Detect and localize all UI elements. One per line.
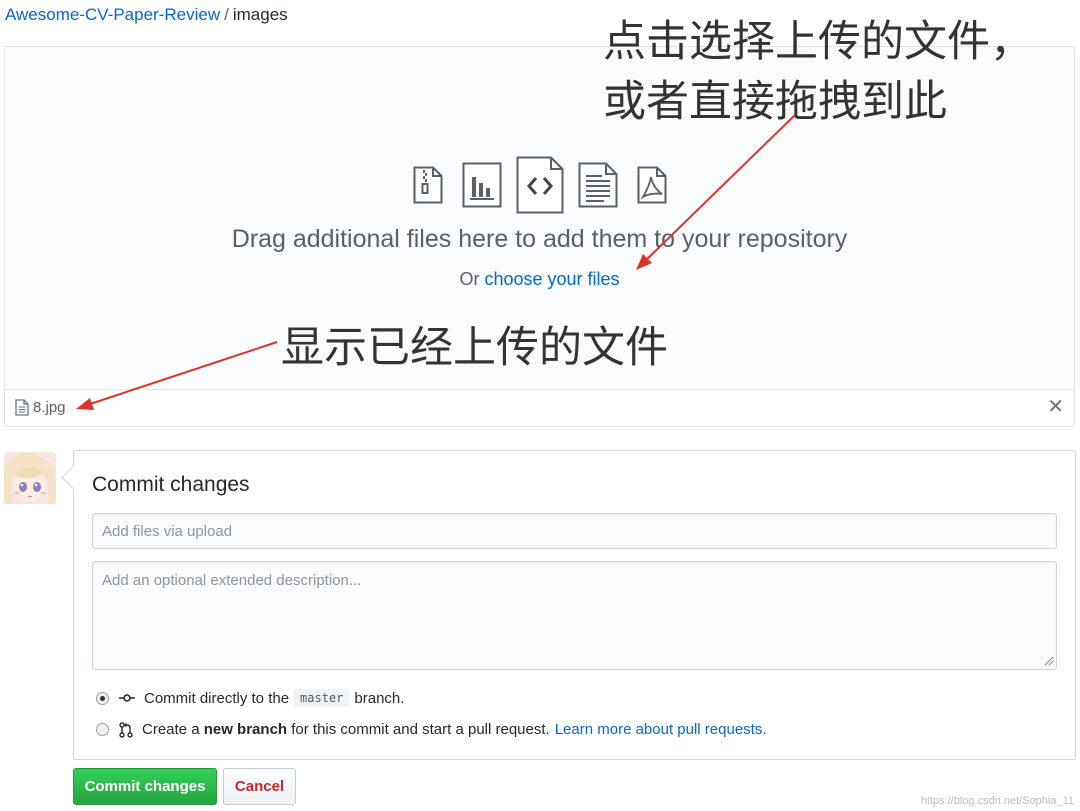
uploaded-files-list: 8.jpg ✕ — [5, 389, 1074, 426]
choose-files-line: Or choose your files — [5, 269, 1074, 290]
annotation-uploaded: 显示已经上传的文件 — [281, 323, 668, 373]
breadcrumb-separator: / — [224, 5, 229, 24]
learn-more-pull-requests-link[interactable]: Learn more about pull requests. — [555, 721, 767, 738]
pdf-file-icon — [630, 160, 674, 210]
avatar — [4, 452, 56, 504]
commit-title: Commit changes — [92, 473, 250, 496]
drag-instructions: Drag additional files here to add them t… — [231, 225, 848, 253]
branch-name-tag: master — [294, 689, 350, 707]
breadcrumb: Awesome-CV-Paper-Review / images — [5, 4, 288, 26]
create-branch-prefix: Create a — [142, 721, 200, 738]
choose-files-link[interactable]: choose your files — [484, 269, 619, 289]
create-branch-suffix: for this commit and start a pull request… — [291, 721, 550, 738]
commit-direct-radio[interactable] — [96, 691, 109, 705]
create-branch-bold: new branch — [203, 721, 288, 738]
commit-direct-prefix: Commit directly to the — [144, 689, 290, 707]
create-branch-radio[interactable] — [96, 723, 109, 736]
remove-file-icon[interactable]: ✕ — [1047, 396, 1064, 418]
create-branch-option[interactable]: Create a new branch for this commit and … — [96, 721, 767, 738]
uploaded-file-name: 8.jpg — [33, 399, 66, 416]
uploaded-file-item: 8.jpg — [15, 399, 66, 416]
text-file-icon — [576, 160, 620, 210]
breadcrumb-repo-link[interactable]: Awesome-CV-Paper-Review — [5, 5, 220, 24]
cancel-button[interactable]: Cancel — [223, 768, 296, 805]
file-icon — [15, 399, 29, 416]
resize-handle-icon[interactable] — [1042, 654, 1054, 666]
breadcrumb-current: images — [232, 5, 288, 24]
commit-direct-option[interactable]: Commit directly to the master branch. — [96, 689, 404, 707]
commit-changes-button[interactable]: Commit changes — [73, 768, 217, 805]
zip-file-icon — [406, 160, 450, 210]
annotation-choose-line2: 或者直接拖拽到此 — [603, 77, 947, 127]
annotation-choose-line1: 点击选择上传的文件， — [603, 17, 1033, 67]
commit-direct-suffix: branch. — [354, 689, 405, 707]
or-text: Or — [459, 269, 480, 289]
git-pull-request-icon — [119, 721, 133, 738]
git-commit-icon — [119, 692, 135, 704]
commit-summary-input[interactable] — [92, 513, 1057, 549]
commit-form: Commit changes Commit directly to the ma… — [73, 450, 1076, 760]
watermark: https://blog.csdn.net/Sophia_11 — [920, 795, 1074, 807]
commit-description-input[interactable] — [92, 561, 1057, 670]
chart-file-icon — [460, 160, 504, 210]
code-file-icon — [514, 155, 566, 215]
file-type-icons — [5, 155, 1074, 215]
